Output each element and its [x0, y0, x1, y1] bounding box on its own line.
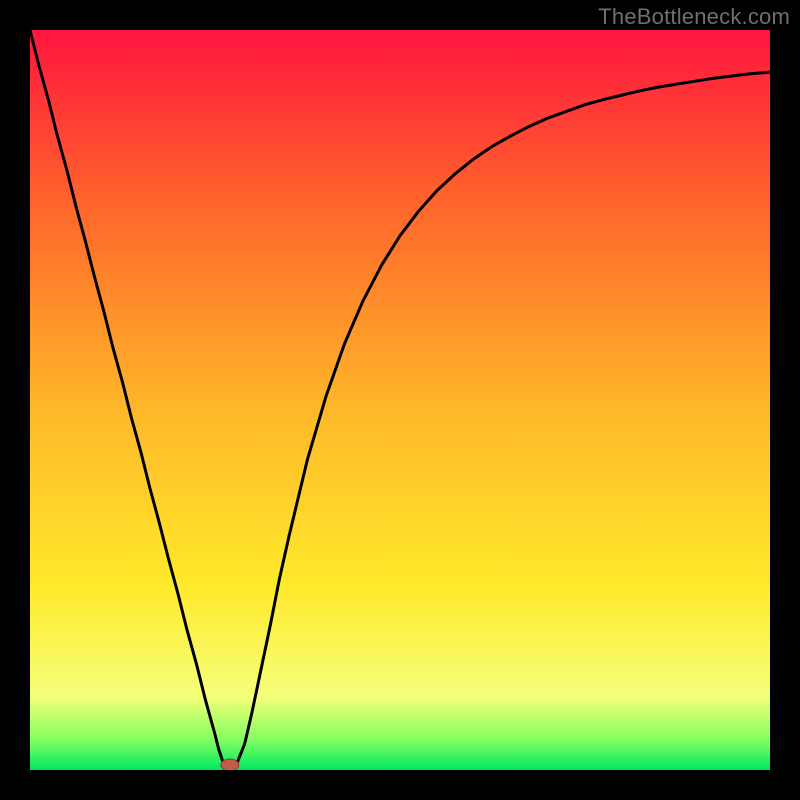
attribution-label: TheBottleneck.com — [598, 4, 790, 30]
chart-container: { "attribution": "TheBottleneck.com", "c… — [0, 0, 800, 800]
optimal-point-marker — [221, 759, 239, 770]
bottleneck-chart — [30, 30, 770, 770]
chart-background-gradient — [30, 30, 770, 770]
